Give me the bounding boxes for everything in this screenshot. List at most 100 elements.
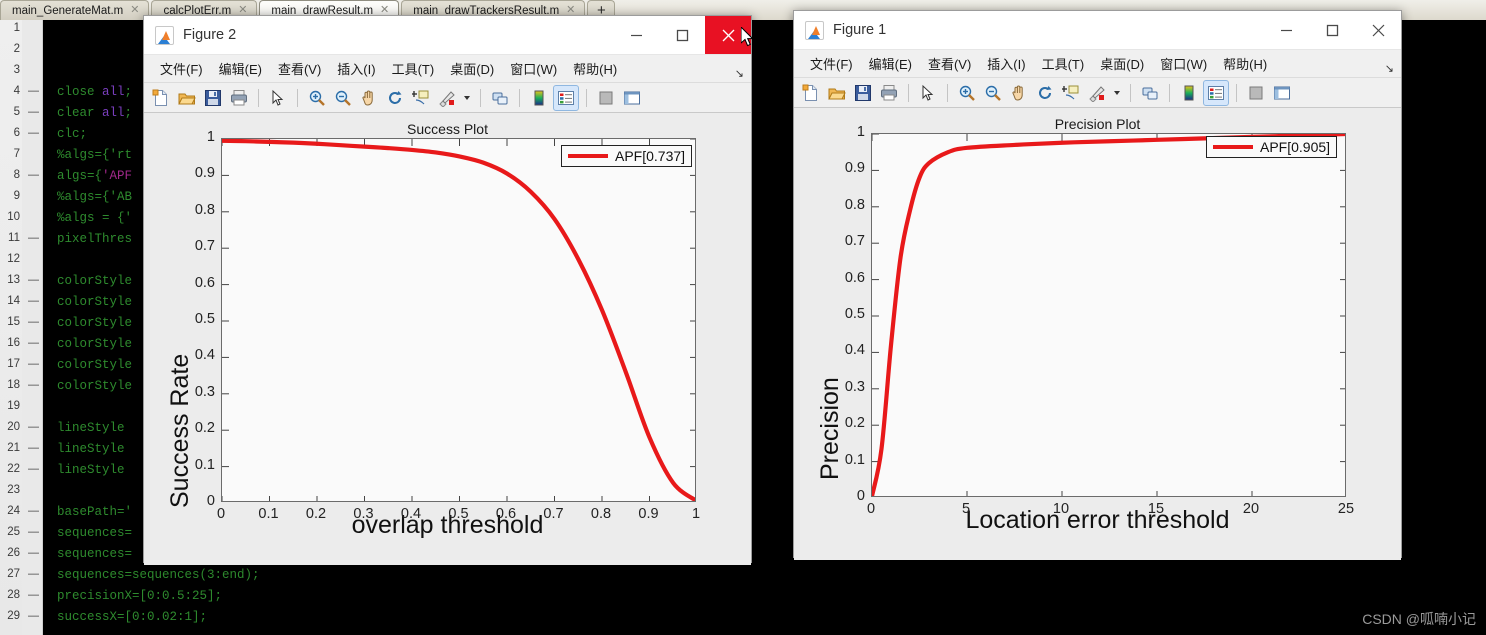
brush-dropdown-icon[interactable] xyxy=(1111,81,1123,105)
new-figure-icon[interactable] xyxy=(149,86,173,110)
editor-line-number: 9 xyxy=(13,190,20,202)
menu-item-3[interactable]: 插入(I) xyxy=(979,54,1033,73)
menu-item-5[interactable]: 桌面(D) xyxy=(1092,54,1152,73)
open-file-icon[interactable] xyxy=(825,81,849,105)
zoom-out-icon[interactable] xyxy=(331,86,355,110)
menu-item-7[interactable]: 帮助(H) xyxy=(1215,54,1275,73)
editor-line-mark[interactable]: — xyxy=(28,358,39,370)
open-file-icon[interactable] xyxy=(175,86,199,110)
editor-tab-close-icon[interactable]: ✕ xyxy=(130,5,139,16)
figure-2-window[interactable]: Figure 2 文件(F) 编辑(E) 查看(V) 插入(I) 工具(T) 桌面(D) 窗… xyxy=(143,15,752,565)
editor-line-mark[interactable]: — xyxy=(28,442,39,454)
legend-color-swatch xyxy=(1213,145,1253,149)
menu-item-1[interactable]: 编辑(E) xyxy=(861,54,920,73)
brush-icon[interactable] xyxy=(435,86,459,110)
show-plot-tools-icon[interactable] xyxy=(620,86,644,110)
editor-line-mark[interactable]: — xyxy=(28,526,39,538)
save-figure-icon[interactable] xyxy=(201,86,225,110)
y-axis-tick-label: 0.5 xyxy=(844,306,865,322)
editor-line-mark[interactable]: — xyxy=(28,421,39,433)
legend-icon[interactable] xyxy=(1203,79,1229,106)
pan-icon[interactable] xyxy=(1007,81,1031,105)
rotate-3d-icon[interactable] xyxy=(1033,81,1057,105)
editor-line-mark[interactable]: — xyxy=(28,610,39,622)
figure-1-window[interactable]: Figure 1 文件(F) 编辑(E) 查看(V) 插入(I) 工具(T) 桌面(D) 窗… xyxy=(793,10,1402,560)
figure-1-maximize-button[interactable] xyxy=(1309,11,1355,49)
hide-plot-tools-icon[interactable] xyxy=(1244,81,1268,105)
editor-line-mark[interactable]: — xyxy=(28,379,39,391)
figure-1-canvas: Precision Plot Precision APF[0.905] Loca… xyxy=(794,108,1401,560)
editor-line-number: 5 xyxy=(13,106,20,118)
zoom-in-icon[interactable] xyxy=(305,86,329,110)
menu-item-0[interactable]: 文件(F) xyxy=(152,59,211,78)
pan-icon[interactable] xyxy=(357,86,381,110)
editor-line-mark[interactable]: — xyxy=(28,568,39,580)
menu-item-1[interactable]: 编辑(E) xyxy=(211,59,270,78)
figure-1-minimize-button[interactable] xyxy=(1263,11,1309,49)
brush-dropdown-icon[interactable] xyxy=(461,86,473,110)
toolbar-separator xyxy=(908,83,909,102)
menu-item-0[interactable]: 文件(F) xyxy=(802,54,861,73)
figure-1-menu-overflow-icon[interactable]: ↘ xyxy=(1385,62,1394,75)
menu-item-6[interactable]: 窗口(W) xyxy=(1152,54,1215,73)
figure-2-menubar[interactable]: 文件(F) 编辑(E) 查看(V) 插入(I) 工具(T) 桌面(D) 窗口(W) 帮助(H)… xyxy=(144,55,751,83)
show-plot-tools-icon[interactable] xyxy=(1270,81,1294,105)
precision-plot-area[interactable] xyxy=(869,131,1350,499)
menu-item-5[interactable]: 桌面(D) xyxy=(442,59,502,78)
editor-line-mark[interactable]: — xyxy=(28,547,39,559)
figure-2-minimize-button[interactable] xyxy=(613,16,659,54)
menu-item-6[interactable]: 窗口(W) xyxy=(502,59,565,78)
editor-line-mark[interactable]: — xyxy=(28,316,39,328)
menu-item-4[interactable]: 工具(T) xyxy=(1034,54,1093,73)
data-cursor-icon[interactable] xyxy=(409,86,433,110)
pointer-icon[interactable] xyxy=(266,86,290,110)
x-axis-tick-label: 10 xyxy=(1052,501,1070,517)
figure-1-menubar[interactable]: 文件(F) 编辑(E) 查看(V) 插入(I) 工具(T) 桌面(D) 窗口(W) 帮助(H)… xyxy=(794,50,1401,78)
menu-item-2[interactable]: 查看(V) xyxy=(270,59,329,78)
zoom-in-icon[interactable] xyxy=(955,81,979,105)
zoom-out-icon[interactable] xyxy=(981,81,1005,105)
figure-2-maximize-button[interactable] xyxy=(659,16,705,54)
pointer-icon[interactable] xyxy=(916,81,940,105)
editor-line-mark[interactable]: — xyxy=(28,232,39,244)
figure-1-toolbar[interactable] xyxy=(794,78,1401,108)
editor-line-number: 13 xyxy=(7,274,20,286)
editor-line-mark[interactable]: — xyxy=(28,169,39,181)
rotate-3d-icon[interactable] xyxy=(383,86,407,110)
save-figure-icon[interactable] xyxy=(851,81,875,105)
data-cursor-icon[interactable] xyxy=(1059,81,1083,105)
new-figure-icon[interactable] xyxy=(799,81,823,105)
editor-line-mark[interactable]: — xyxy=(28,106,39,118)
editor-line-mark[interactable]: — xyxy=(28,589,39,601)
success-plot-legend[interactable]: APF[0.737] xyxy=(561,145,693,167)
figure-2-titlebar[interactable]: Figure 2 xyxy=(144,16,751,55)
link-plot-icon[interactable] xyxy=(1138,81,1162,105)
menu-item-7[interactable]: 帮助(H) xyxy=(565,59,625,78)
brush-icon[interactable] xyxy=(1085,81,1109,105)
editor-line-mark[interactable]: — xyxy=(28,463,39,475)
hide-plot-tools-icon[interactable] xyxy=(594,86,618,110)
figure-1-titlebar[interactable]: Figure 1 xyxy=(794,11,1401,50)
menu-item-4[interactable]: 工具(T) xyxy=(384,59,443,78)
y-axis-tick-label: 0.6 xyxy=(844,269,865,286)
menu-item-2[interactable]: 查看(V) xyxy=(920,54,979,73)
editor-line-mark[interactable]: — xyxy=(28,295,39,307)
link-plot-icon[interactable] xyxy=(488,86,512,110)
figure-2-menu-overflow-icon[interactable]: ↘ xyxy=(735,67,744,80)
figure-2-toolbar[interactable] xyxy=(144,83,751,113)
editor-line-mark[interactable]: — xyxy=(28,85,39,97)
editor-line-mark[interactable]: — xyxy=(28,127,39,139)
print-figure-icon[interactable] xyxy=(227,86,251,110)
success-plot-area[interactable] xyxy=(219,138,700,504)
figure-1-close-button[interactable] xyxy=(1355,11,1401,49)
colorbar-icon[interactable] xyxy=(527,86,551,110)
menu-item-3[interactable]: 插入(I) xyxy=(329,59,383,78)
precision-plot-legend[interactable]: APF[0.905] xyxy=(1206,136,1338,158)
editor-line-mark[interactable]: — xyxy=(28,274,39,286)
print-figure-icon[interactable] xyxy=(877,81,901,105)
legend-icon[interactable] xyxy=(553,84,579,111)
editor-line-mark[interactable]: — xyxy=(28,337,39,349)
colorbar-icon[interactable] xyxy=(1177,81,1201,105)
editor-line-mark[interactable]: — xyxy=(28,505,39,517)
editor-tab-0[interactable]: main_GenerateMat.m ✕ xyxy=(0,0,150,20)
